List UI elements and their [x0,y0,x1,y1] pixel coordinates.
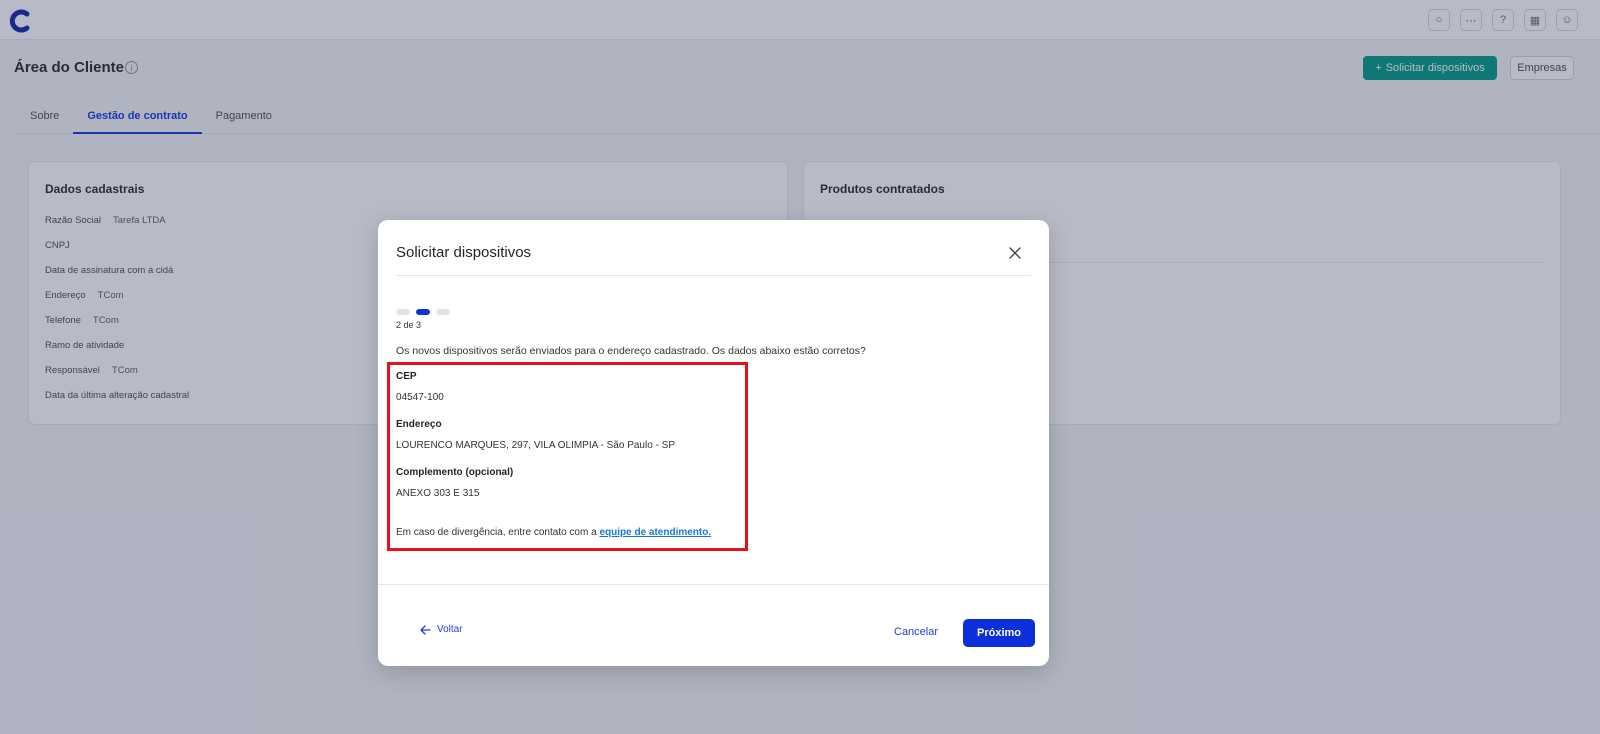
next-button[interactable]: Próximo [963,619,1035,647]
step-1 [396,309,410,315]
arrow-left-icon [420,624,431,635]
confirmation-question: Os novos dispositivos serão enviados par… [396,345,866,357]
step-counter: 2 de 3 [396,320,422,330]
divider [396,275,1031,276]
request-devices-modal: Solicitar dispositivos 2 de 3 Os novos d… [378,220,1049,666]
close-button[interactable] [1006,244,1024,262]
highlight-box [387,362,748,551]
back-button[interactable]: Voltar [420,624,463,635]
cancel-button[interactable]: Cancelar [894,626,938,638]
step-indicator [396,309,450,315]
modal-title: Solicitar dispositivos [396,244,532,261]
step-2-current [416,309,430,315]
divider [378,584,1049,585]
step-3 [436,309,450,315]
back-label: Voltar [437,624,463,635]
close-icon [1009,247,1021,259]
